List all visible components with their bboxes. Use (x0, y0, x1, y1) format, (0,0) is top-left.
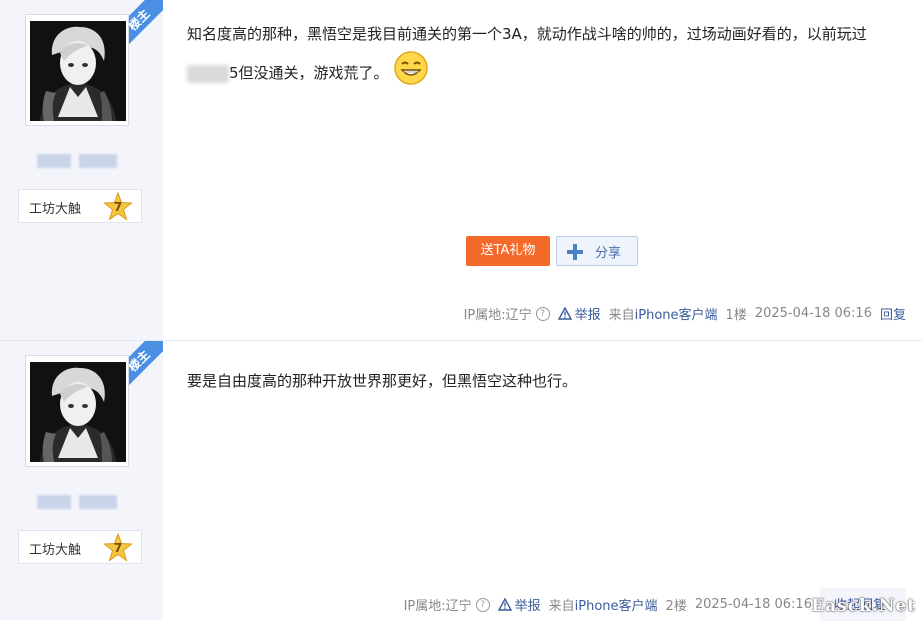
help-icon[interactable]: ? (535, 306, 550, 321)
ip-location: IP属地:辽宁 (463, 308, 532, 323)
floor-number: 2楼 (665, 599, 687, 614)
source-client-link[interactable]: iPhone客户端 (575, 599, 658, 614)
share-button[interactable]: 分享 (556, 236, 638, 266)
report-label: 举报 (574, 308, 601, 323)
warning-icon (497, 598, 512, 611)
post-time: 2025-04-18 06:16 (694, 597, 812, 612)
send-gift-button[interactable]: 送TA礼物 (466, 236, 550, 266)
level-badge[interactable]: 工坊大触 7 (18, 189, 142, 223)
level-name: 工坊大触 (29, 543, 82, 558)
post-floor-2: 楼主 工坊大触 7 要是自由度高的那种开放世界那更好，但黑悟空这种也行。 IP属… (0, 341, 922, 621)
post-content: 知名度高的那种，黑悟空是我目前通关的第一个3A，就动作战斗啥的帅的，过场动画好看… (187, 18, 887, 97)
post-time: 2025-04-18 06:16 (754, 306, 872, 321)
blurred-text (187, 64, 229, 83)
source-prefix: 来自 (548, 599, 575, 614)
source: 来自iPhone客户端 (549, 595, 658, 614)
warning-icon (557, 307, 572, 320)
post-text-part2: 5但没通关，游戏荒了。 (229, 64, 389, 82)
grin-emoji-icon (393, 50, 429, 97)
plus-icon (567, 244, 583, 260)
username-blurred[interactable] (37, 154, 121, 168)
source: 来自iPhone客户端 (609, 304, 718, 323)
help-icon[interactable]: ? (475, 597, 490, 612)
report-link[interactable]: 举报 (557, 304, 601, 323)
source-client-link[interactable]: iPhone客户端 (635, 308, 718, 323)
source-prefix: 来自 (608, 308, 635, 323)
avatar-image (30, 362, 126, 462)
floor-number: 1楼 (725, 308, 747, 323)
post-meta: IP属地:辽宁 ? 举报 来自iPhone客户端 1楼 2025-04-18 0… (464, 304, 906, 323)
reply-link[interactable]: 回复 (880, 304, 906, 323)
avatar-image (30, 21, 126, 121)
report-link[interactable]: 举报 (497, 595, 541, 614)
share-label: 分享 (595, 246, 622, 261)
ip-location: IP属地:辽宁 (403, 599, 472, 614)
author-sidebar: 楼主 工坊大触 7 (0, 341, 163, 620)
level-number: 7 (113, 200, 123, 214)
post-text: 要是自由度高的那种开放世界那更好，但黑悟空这种也行。 (187, 372, 578, 390)
report-label: 举报 (514, 599, 541, 614)
post-floor-1: 楼主 工坊大触 7 知名度高的那种，黑悟空是我目前通关的第一个3A，就动作战斗啥… (0, 0, 922, 341)
post-content: 要是自由度高的那种开放世界那更好，但黑悟空这种也行。 (187, 365, 887, 397)
username-blurred[interactable] (37, 495, 121, 509)
avatar[interactable] (25, 14, 129, 126)
level-name: 工坊大触 (29, 202, 82, 217)
level-badge[interactable]: 工坊大触 7 (18, 530, 142, 564)
watermark: Easck.Net (811, 596, 916, 616)
level-number: 7 (113, 541, 123, 555)
avatar[interactable] (25, 355, 129, 467)
author-sidebar: 楼主 工坊大触 7 (0, 0, 163, 340)
post-text-part1: 知名度高的那种，黑悟空是我目前通关的第一个3A，就动作战斗啥的帅的，过场动画好看… (187, 25, 867, 43)
